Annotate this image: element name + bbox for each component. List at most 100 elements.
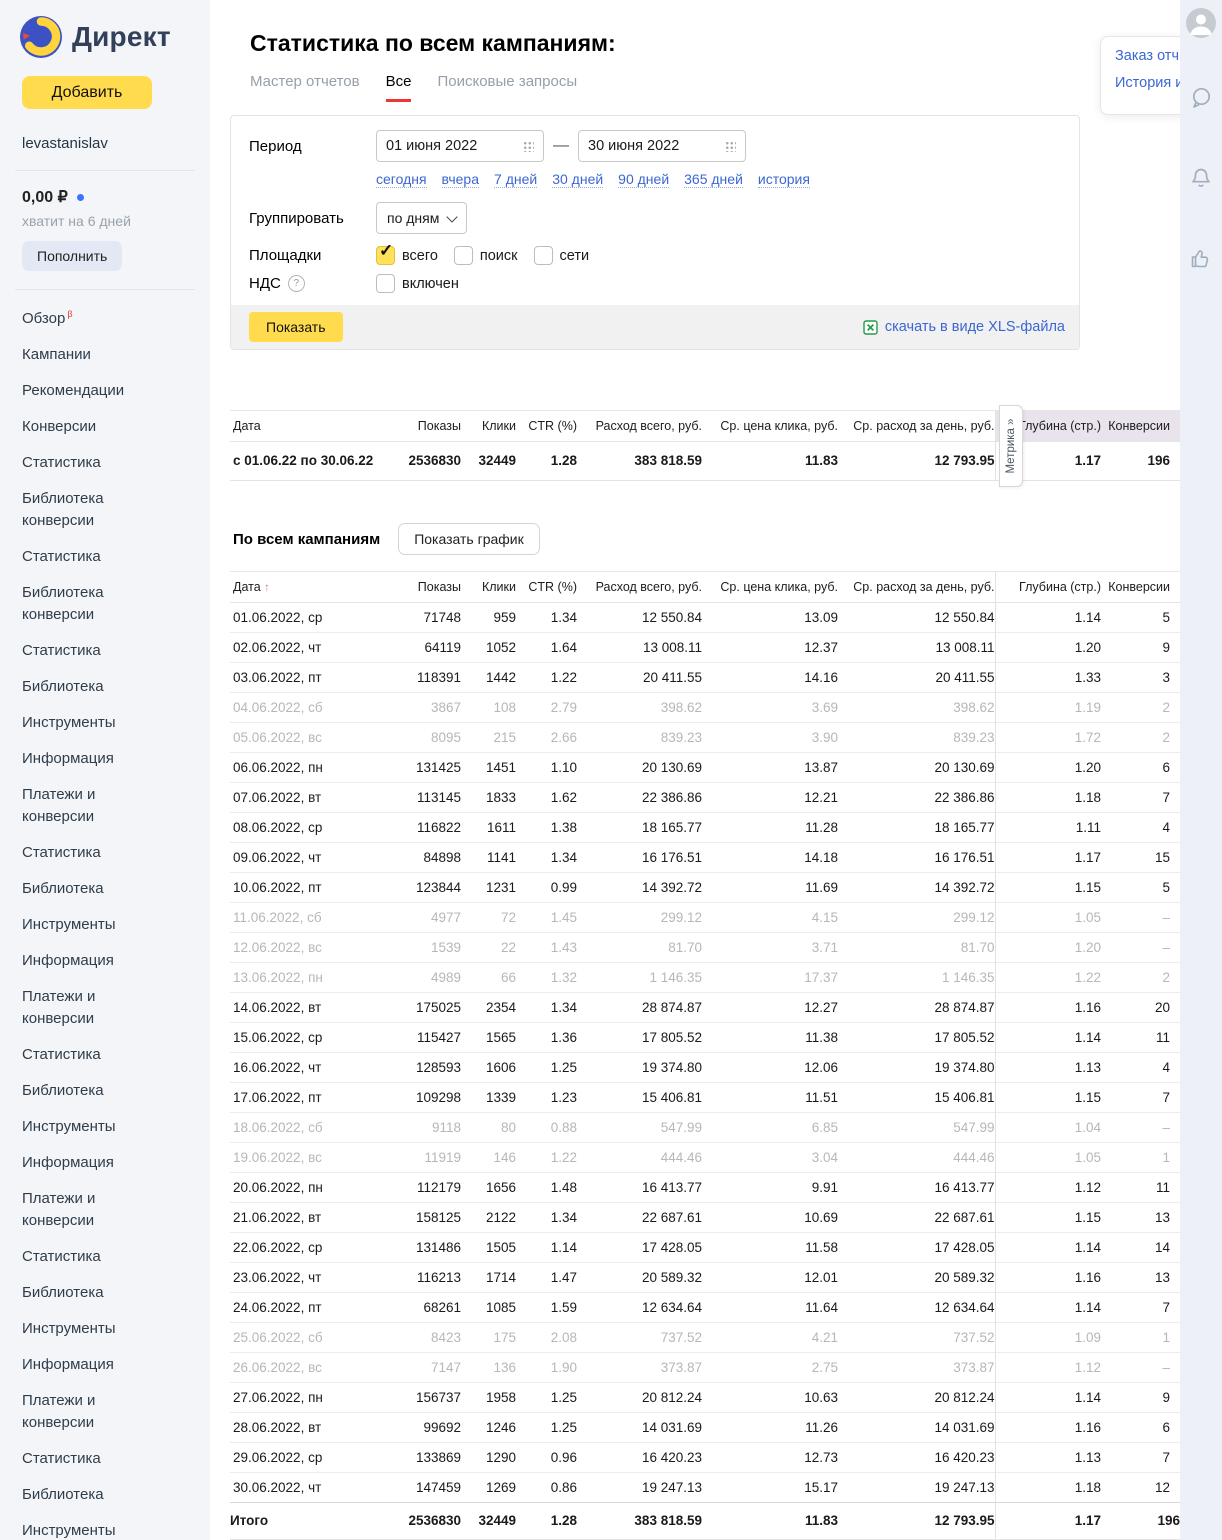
avatar[interactable] xyxy=(1186,8,1216,38)
sidebar-item[interactable]: Инструменты xyxy=(22,1521,210,1540)
table-cell: 1.33 xyxy=(995,662,1101,693)
sidebar-item[interactable]: Статистика xyxy=(22,1247,210,1267)
bell-icon[interactable] xyxy=(1189,166,1213,190)
sidebar-item[interactable]: Платежи и конверсии xyxy=(22,1391,210,1433)
group-label: Группировать xyxy=(249,209,344,227)
sidebar-item[interactable]: Библиотека конверсии xyxy=(22,583,210,625)
sidebar-item[interactable]: Инструменты xyxy=(22,1319,210,1339)
sidebar-item[interactable]: Платежи и конверсии xyxy=(22,1189,210,1231)
column-header[interactable]: Конверсии xyxy=(1101,571,1180,603)
thumbs-up-icon[interactable] xyxy=(1189,246,1213,270)
add-button[interactable]: Добавить xyxy=(22,76,152,109)
topup-button[interactable]: Пополнить xyxy=(22,241,123,271)
column-header[interactable]: CTR (%) xyxy=(516,571,577,603)
balance-row: 0,00 ₽ xyxy=(22,187,210,207)
quick-range-link[interactable]: вчера xyxy=(441,171,480,188)
show-chart-button[interactable]: Показать график xyxy=(398,523,540,555)
platform-checkbox[interactable]: всего xyxy=(376,241,438,265)
column-header[interactable]: CTR (%) xyxy=(516,410,577,442)
column-header[interactable]: Ср. расход за день, руб. xyxy=(838,410,996,442)
column-header[interactable]: Расход всего, руб. xyxy=(577,571,702,603)
column-header[interactable]: Конверсии xyxy=(1101,410,1180,442)
sidebar-item[interactable]: Статистика xyxy=(22,1045,210,1065)
quick-range-link[interactable]: история xyxy=(757,171,810,188)
sidebar-item[interactable]: Статистика xyxy=(22,547,210,567)
sidebar-item[interactable]: Платежи и конверсии xyxy=(22,987,210,1029)
sidebar-item-label: Кампании xyxy=(22,346,91,363)
date-from-input[interactable]: 01 июня 2022 xyxy=(376,130,544,162)
column-header[interactable]: Глубина (стр.) xyxy=(995,571,1101,603)
table-cell: 1.34 xyxy=(516,1202,577,1233)
quick-range-link[interactable]: 365 дней xyxy=(684,171,743,188)
table-cell: 2354 xyxy=(461,992,516,1023)
column-header[interactable]: Клики xyxy=(461,410,516,442)
sidebar-item[interactable]: Статистика xyxy=(22,1449,210,1469)
sidebar-item[interactable]: Библиотека xyxy=(22,879,210,899)
column-header[interactable]: Ср. расход за день, руб. xyxy=(838,571,996,603)
show-button[interactable]: Показать xyxy=(249,312,343,342)
table-cell: 20 589.32 xyxy=(838,1262,996,1293)
date-to-input[interactable]: 30 июня 2022 xyxy=(578,130,746,162)
sidebar-item[interactable]: Кампании xyxy=(22,345,210,365)
sidebar-item[interactable]: Обзор β xyxy=(22,304,210,329)
sidebar-item[interactable]: Библиотека xyxy=(22,677,210,697)
sidebar-item[interactable]: Информация xyxy=(22,749,210,769)
sidebar-item[interactable]: Библиотека xyxy=(22,1485,210,1505)
sidebar-item[interactable]: Информация xyxy=(22,1355,210,1375)
quick-range-link[interactable]: 90 дней xyxy=(618,171,670,188)
sidebar-item[interactable]: Платежи и конверсии xyxy=(22,785,210,827)
table-cell: 1611 xyxy=(461,812,516,843)
table-cell: 4 xyxy=(1101,812,1180,843)
column-header[interactable]: Показы xyxy=(390,410,461,442)
table-cell: 66 xyxy=(461,962,516,993)
table-cell: 7 xyxy=(1101,1292,1180,1323)
sidebar-item[interactable]: Инструменты xyxy=(22,713,210,733)
group-select[interactable]: по дням xyxy=(376,202,468,234)
table-cell: 1.20 xyxy=(995,632,1101,663)
sidebar-item[interactable]: Информация xyxy=(22,951,210,971)
platform-checkbox[interactable]: сети xyxy=(533,246,589,265)
column-header[interactable]: Ср. цена клика, руб. xyxy=(702,571,838,603)
metrika-tab[interactable]: Метрика » xyxy=(999,405,1023,487)
column-header[interactable]: Ср. цена клика, руб. xyxy=(702,410,838,442)
platform-checkbox[interactable]: поиск xyxy=(453,246,518,265)
sidebar-item[interactable]: Статистика xyxy=(22,453,210,473)
sidebar-item[interactable]: Инструменты xyxy=(22,1117,210,1137)
sidebar-item[interactable]: Библиотека xyxy=(22,1283,210,1303)
column-header[interactable]: Дата ↑ xyxy=(230,571,390,603)
platforms-label: Площадки xyxy=(249,247,322,264)
tab[interactable]: Поисковые запросы xyxy=(437,73,577,99)
calendar-grid-icon[interactable] xyxy=(724,140,736,152)
column-header[interactable]: Расход всего, руб. xyxy=(577,410,702,442)
username[interactable]: levastanislav xyxy=(22,135,210,152)
quick-range-link[interactable]: сегодня xyxy=(376,171,427,188)
column-header[interactable]: Клики xyxy=(461,571,516,603)
table-cell: 26.06.2022, вс xyxy=(230,1352,390,1383)
direct-logo-icon xyxy=(20,16,62,58)
sidebar-item[interactable]: Библиотека конверсии xyxy=(22,489,210,531)
sidebar-item[interactable]: Библиотека xyxy=(22,1081,210,1101)
table-cell: 10.63 xyxy=(702,1382,838,1413)
table-cell: 215 xyxy=(461,722,516,753)
vat-checkbox[interactable]: включен xyxy=(376,274,459,293)
table-cell: 131486 xyxy=(390,1232,461,1263)
quick-range-link[interactable]: 30 дней xyxy=(552,171,604,188)
tab[interactable]: Все xyxy=(385,73,412,102)
help-icon[interactable]: ? xyxy=(287,275,305,292)
tab[interactable]: Мастер отчетов xyxy=(250,73,360,99)
sidebar-item[interactable]: Статистика xyxy=(22,843,210,863)
calendar-grid-icon[interactable] xyxy=(522,140,534,152)
sidebar-item[interactable]: Статистика xyxy=(22,641,210,661)
table-cell: 19 374.80 xyxy=(577,1052,702,1083)
sidebar-item[interactable]: Информация xyxy=(22,1153,210,1173)
yandex-direct-logo[interactable]: Директ xyxy=(0,0,210,58)
column-header[interactable]: Дата xyxy=(230,410,390,442)
xls-download-link[interactable]: скачать в виде XLS-файла xyxy=(863,319,1065,335)
sidebar-item[interactable]: Конверсии xyxy=(22,417,210,437)
sidebar-item[interactable]: Рекомендации xyxy=(22,381,210,401)
checkbox-icon xyxy=(453,246,473,265)
quick-range-link[interactable]: 7 дней xyxy=(494,171,538,188)
column-header[interactable]: Показы xyxy=(390,571,461,603)
sidebar-item[interactable]: Инструменты xyxy=(22,915,210,935)
chat-icon[interactable] xyxy=(1189,86,1213,110)
